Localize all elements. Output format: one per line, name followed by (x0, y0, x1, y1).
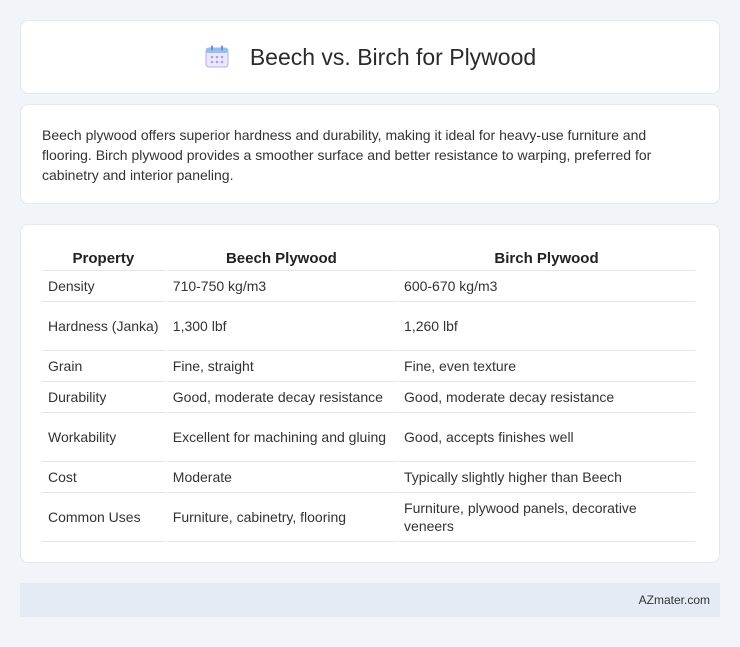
column-header-beech: Beech Plywood (166, 245, 397, 271)
beech-cell: Furniture, cabinetry, flooring (166, 493, 397, 542)
summary-text: Beech plywood offers superior hardness a… (42, 127, 652, 183)
table-card: Property Beech Plywood Birch Plywood Den… (20, 224, 720, 563)
property-cell: Workability (42, 413, 165, 462)
title-card: Beech vs. Birch for Plywood (20, 20, 720, 94)
property-cell: Common Uses (42, 493, 165, 542)
birch-cell: Fine, even texture (398, 351, 695, 382)
beech-cell: Good, moderate decay resistance (166, 382, 397, 413)
column-header-birch: Birch Plywood (398, 245, 695, 271)
footer: AZmater.com (20, 583, 720, 617)
birch-cell: Good, moderate decay resistance (398, 382, 695, 413)
beech-cell: 710-750 kg/m3 (166, 271, 397, 302)
birch-cell: Typically slightly higher than Beech (398, 462, 695, 493)
table-row: Hardness (Janka) 1,300 lbf 1,260 lbf (42, 302, 695, 351)
table-row: Grain Fine, straight Fine, even texture (42, 351, 695, 382)
property-cell: Density (42, 271, 165, 302)
calendar-icon (204, 44, 230, 70)
property-cell: Grain (42, 351, 165, 382)
birch-cell: 1,260 lbf (398, 302, 695, 351)
table-row: Cost Moderate Typically slightly higher … (42, 462, 695, 493)
birch-cell: Furniture, plywood panels, decorative ve… (398, 493, 695, 542)
column-header-property: Property (42, 245, 165, 271)
birch-cell: Good, accepts finishes well (398, 413, 695, 462)
property-cell: Hardness (Janka) (42, 302, 165, 351)
birch-cell: 600-670 kg/m3 (398, 271, 695, 302)
table-row: Common Uses Furniture, cabinetry, floori… (42, 493, 695, 542)
table-header-row: Property Beech Plywood Birch Plywood (42, 245, 695, 271)
beech-cell: Excellent for machining and gluing (166, 413, 397, 462)
comparison-table: Property Beech Plywood Birch Plywood Den… (40, 245, 697, 542)
table-row: Density 710-750 kg/m3 600-670 kg/m3 (42, 271, 695, 302)
page-title: Beech vs. Birch for Plywood (249, 43, 537, 70)
table-row: Durability Good, moderate decay resistan… (42, 382, 695, 413)
summary-card: Beech plywood offers superior hardness a… (20, 104, 720, 204)
footer-site-link[interactable]: AZmater.com (639, 593, 710, 607)
table-row: Workability Excellent for machining and … (42, 413, 695, 462)
beech-cell: 1,300 lbf (166, 302, 397, 351)
beech-cell: Moderate (166, 462, 397, 493)
beech-cell: Fine, straight (166, 351, 397, 382)
property-cell: Durability (42, 382, 165, 413)
property-cell: Cost (42, 462, 165, 493)
